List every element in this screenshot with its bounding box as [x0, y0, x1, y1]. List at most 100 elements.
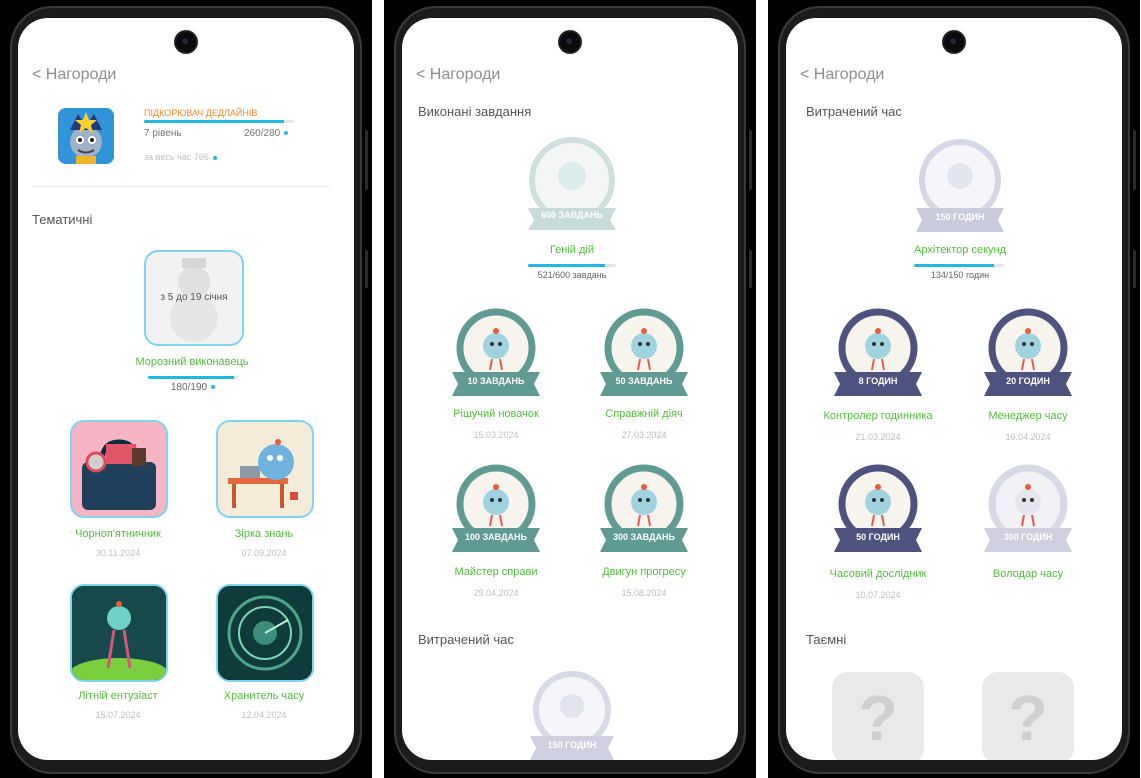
medal-ribbon-text: 100 ЗАВДАНЬ	[465, 532, 527, 542]
medal-ribbon-text: 300 ЗАВДАНЬ	[613, 532, 675, 542]
badge-tile-black-friday[interactable]	[70, 420, 168, 518]
medal-name: Часовий дослідник	[829, 568, 927, 580]
profile-card: ПІДКОРЮВАЧ ДЕДЛАЙНІВ 7 рівень 260/280 за…	[58, 108, 338, 168]
medal-date: 16.04.2024	[1005, 432, 1051, 442]
phone-frame-1: < Нагороди ПІДКОРЮВАЧ ДЕДЛАЙНІВ 7 рівень…	[0, 0, 372, 778]
seasonal-progress-bar	[148, 376, 238, 379]
mystery-badge[interactable]: ?	[982, 672, 1074, 760]
medal-icon	[984, 464, 1072, 552]
badge-name: Чорноп'ятничник	[75, 528, 161, 540]
medal-ribbon-text: 300 ГОДИН	[1003, 532, 1053, 542]
points-icon	[211, 385, 216, 390]
question-mark-icon: ?	[858, 682, 898, 754]
medal-icon	[834, 308, 922, 396]
medal-featured-time[interactable]: 150 ГОДИН	[912, 138, 1008, 234]
medal-date: 29.04.2024	[473, 588, 519, 598]
badge-date: 15.07.2024	[95, 710, 141, 720]
medal-time-300-locked[interactable]: 300 ГОДИН	[982, 464, 1074, 556]
chevron-left-icon: <	[32, 66, 46, 83]
section-title-time-spent: Витрачений час	[418, 632, 514, 647]
medal-time-20[interactable]: 20 ГОДИН	[982, 308, 1074, 400]
back-button[interactable]: < Нагороди	[800, 66, 884, 84]
total-points: за весь час 766	[144, 152, 217, 162]
medal-name: Двигун прогресу	[602, 566, 686, 578]
medal-tasks-50[interactable]: 50 ЗАВДАНЬ	[598, 308, 690, 400]
level-label: 7 рівень	[144, 128, 182, 139]
seasonal-badge-tile[interactable]: з 5 до 19 січня	[144, 250, 244, 346]
level-progress-text: 260/280	[244, 128, 289, 139]
points-icon	[284, 131, 289, 136]
featured-progress-bar	[914, 264, 1004, 267]
medal-date: 10.07.2024	[855, 590, 901, 600]
medal-time-8[interactable]: 8 ГОДИН	[832, 308, 924, 400]
mystery-badge[interactable]: ?	[832, 672, 924, 760]
badge-tile-time-keeper[interactable]	[216, 584, 314, 682]
medal-featured-tasks[interactable]: 600 ЗАВДАНЬ	[522, 136, 622, 232]
side-button	[749, 250, 752, 288]
medal-time-50[interactable]: 50 ГОДИН	[832, 464, 924, 556]
chevron-left-icon: <	[800, 66, 814, 83]
medal-tasks-100[interactable]: 100 ЗАВДАНЬ	[450, 464, 542, 556]
featured-medal-name: Архітектор секунд	[914, 244, 1006, 256]
medal-name: Майстер справи	[454, 566, 538, 578]
badge-date: 07.09.2024	[241, 548, 287, 558]
badge-date: 12.04.2024	[241, 710, 287, 720]
screen-rewards-time: < Нагороди Витрачений час 150 ГОДИН Архі…	[786, 18, 1122, 760]
study-desk-icon	[228, 439, 298, 508]
medal-time-peek[interactable]: 150 ГОДИН	[528, 666, 616, 760]
section-title-thematic: Тематичні	[32, 212, 93, 227]
level-progress-bar	[144, 120, 294, 123]
back-button[interactable]: < Нагороди	[32, 66, 116, 84]
medal-ribbon-text: 600 ЗАВДАНЬ	[541, 210, 603, 220]
medal-name: Менеджер часу	[988, 410, 1068, 422]
featured-progress-text: 521/600 завдань	[537, 270, 607, 280]
rank-title: ПІДКОРЮВАЧ ДЕДЛАЙНІВ	[144, 108, 258, 118]
medal-tasks-10[interactable]: 10 ЗАВДАНЬ	[450, 308, 542, 400]
medal-ribbon-text: 50 ГОДИН	[856, 532, 900, 542]
medal-ribbon-text: 150 ГОДИН	[935, 212, 985, 222]
medal-ribbon-text: 50 ЗАВДАНЬ	[615, 376, 673, 386]
section-title-time-spent: Витрачений час	[806, 104, 902, 119]
medal-name: Рішучий новачок	[453, 408, 539, 420]
badge-tile-summer-enthusiast[interactable]	[70, 584, 168, 682]
featured-progress-bar	[528, 264, 616, 267]
forest-character-icon	[72, 586, 166, 680]
side-button	[365, 250, 368, 288]
divider	[32, 186, 330, 187]
shopping-bag-icon	[82, 439, 156, 510]
chevron-left-icon: <	[416, 66, 430, 83]
points-icon	[212, 155, 217, 160]
section-title-completed-tasks: Виконані завдання	[418, 104, 532, 119]
medal-icon	[452, 308, 540, 396]
front-camera	[176, 32, 196, 52]
medal-ribbon-text: 150 ГОДИН	[547, 740, 597, 750]
question-mark-icon: ?	[1008, 682, 1048, 754]
medal-tasks-300[interactable]: 300 ЗАВДАНЬ	[598, 464, 690, 556]
back-button[interactable]: < Нагороди	[416, 66, 500, 84]
side-button	[365, 130, 368, 190]
phone-frame-2: < Нагороди Виконані завдання 600 ЗАВДАНЬ…	[384, 0, 756, 778]
screen-rewards-tasks: < Нагороди Виконані завдання 600 ЗАВДАНЬ…	[402, 18, 738, 760]
badge-tile-knowledge-star[interactable]	[216, 420, 314, 518]
medal-icon	[600, 464, 688, 552]
medal-name: Справжній діяч	[605, 408, 683, 420]
screen-rewards-thematic: < Нагороди ПІДКОРЮВАЧ ДЕДЛАЙНІВ 7 рівень…	[18, 18, 354, 760]
featured-medal-name: Геній дій	[549, 244, 595, 256]
seasonal-badge-name: Морозний виконавець	[135, 356, 249, 368]
badge-name: Літній ентузіаст	[78, 690, 158, 702]
front-camera	[560, 32, 580, 52]
medal-name: Контролер годинника	[823, 410, 933, 422]
seasonal-progress-text: 180/190	[148, 382, 238, 393]
side-button	[1133, 250, 1136, 288]
badge-name: Зірка знань	[234, 528, 294, 540]
medal-ribbon-text: 20 ГОДИН	[1006, 376, 1050, 386]
medal-icon	[452, 464, 540, 552]
side-button	[749, 130, 752, 190]
medal-icon	[834, 464, 922, 552]
clock-portal-icon	[218, 586, 312, 680]
seasonal-date-range: з 5 до 19 січня	[160, 292, 228, 303]
featured-progress-text: 134/150 годин	[930, 270, 990, 280]
medal-date: 15.08.2024	[621, 588, 667, 598]
avatar	[58, 108, 114, 164]
medal-ribbon-text: 10 ЗАВДАНЬ	[467, 376, 525, 386]
